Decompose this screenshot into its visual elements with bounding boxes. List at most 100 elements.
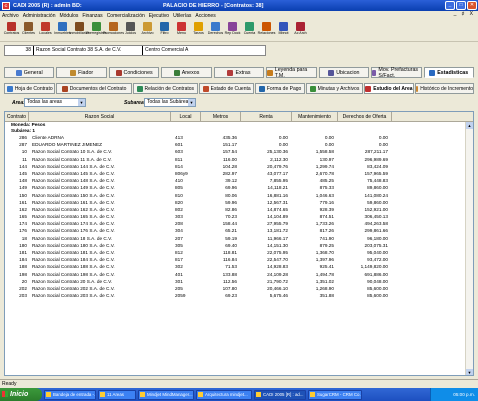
subtab-estudio-del-area[interactable]: Estudio del Area [364,83,414,94]
taskbar-item[interactable]: 11 Areas [98,389,136,400]
table-row[interactable]: 181 Razon Social Contrato 181 S.A. de C.V… [5,249,467,256]
menu-item-utilerias[interactable]: Utilerías [173,13,191,19]
area-select[interactable]: Todas las areas ▼ [24,98,86,107]
subtab-estado-de-cuenta[interactable]: Estado de Cuenta [198,83,255,94]
tab-leyenda-para-t-m-[interactable]: Leyenda para T.M. [266,67,317,79]
contract-number-field[interactable]: 38 [5,46,33,55]
tab-estadisticas[interactable]: Estadisticas [423,67,474,78]
taskbar-item[interactable]: CADI 2005 [R] : ad... [254,389,306,400]
start-button[interactable]: Inicio [0,388,42,401]
tab-mov-prefacturas-s-fact-[interactable]: Mov. Prefacturas S/Fact. [371,67,422,79]
table-row[interactable]: 165 Razon Social Contrato 165 S.A. de C.V… [5,213,467,220]
company-name-field[interactable]: Razon Social Contrato 38 S.A. de C.V. [34,46,142,55]
subtab-relaci-n-de-contratos[interactable]: Relación de Contratos [132,83,198,94]
subtab-hoja-de-contrato[interactable]: Hoja de Contrato [4,83,56,94]
toolbar-button-inmobiliarias[interactable]: Inmobiliarias [69,20,90,40]
menu-item-archivo[interactable]: Archivo [2,13,19,19]
column-header-mantenimiento[interactable]: Mantenimiento [292,112,338,122]
taskbar-item[interactable]: SugarCRM - CRM Co... [308,389,362,400]
column-header-razon-social[interactable]: Razon Social [29,112,171,122]
table-row[interactable]: 150 Razon Social Contrato 150 S.A. de C.V… [5,192,467,199]
center-name-field[interactable]: Centro Comercial A [143,46,265,55]
menu-item-administracion[interactable]: Administración [23,13,56,19]
toolbar-button-juicios[interactable]: Juicios [122,20,139,40]
column-header-contrato[interactable]: Contrato [5,112,29,122]
toolbar-button-rep-dock[interactable]: Rep Dock [224,20,241,40]
tab-fiador[interactable]: Fiador [56,67,107,78]
table-row[interactable]: 184 Razon Social Contrato 184 S.A. de C.V… [5,256,467,263]
table-row[interactable]: 149 Razon Social Contrato 149 S.A. de C.V… [5,184,467,191]
table-row[interactable]: 162 Razon Social Contrato 162 S.A. de C.V… [5,206,467,213]
toolbar-button-tarzos[interactable]: Tarzos [190,20,207,40]
table-row[interactable]: 18 Razon Social Contrato 18 S.A. de C.V. 2… [5,235,467,242]
table-row[interactable]: 286 Cliente ADRNA 413 435.36 0.00 0.00 0.00 [5,134,467,141]
toolbar-button-filtro[interactable]: Filtro [156,20,173,40]
table-row[interactable]: 144 Razon Social Contrato 144 S.A. de C.V… [5,163,467,170]
tab-condiciones[interactable]: Condiciones [108,67,160,78]
taskbar-item[interactable]: Arquitectura mindjet... [196,389,252,400]
scroll-down-icon[interactable]: ▼ [466,369,473,375]
maximize-icon[interactable]: □ [456,1,466,10]
tab-general[interactable]: General [4,67,55,78]
toolbar-button-prerregistros[interactable]: Prerregistros [86,20,107,40]
scroll-up-icon[interactable]: ▲ [466,122,473,129]
table-row[interactable]: 145 Razon Social Contrato 145 S.A. de C.V… [5,170,467,177]
toolbar-button-inmuebles[interactable]: Inmuebles [54,20,71,40]
toolbar-button-menu[interactable]: Menu [173,20,190,40]
toolbar-button-cuenta[interactable]: Cuenta [241,20,258,40]
toolbar-button-clientes[interactable]: Clientes [20,20,37,40]
menu-item-acciones[interactable]: Acciones [195,13,215,19]
subtab-hist-rico-de-incremento[interactable]: Histórico de Incremento [414,83,475,94]
toolbar-button-derechos[interactable]: Derechos [207,20,224,40]
table-row[interactable]: 202 Razon Social Contrato 202 S.A. de C.V… [5,285,467,292]
subtab-documentos-del-contrato[interactable]: Documentos del Contrato [56,83,132,94]
table-row[interactable]: 174 Razon Social Contrato 174 S.A. de C.V… [5,220,467,227]
subtab-forma-de-pago[interactable]: Forma de Pago [255,83,305,94]
toolbar-button-promociones[interactable]: Promociones [103,20,124,40]
menu-item-modulos[interactable]: Módulos [59,13,78,19]
taskbar-item[interactable]: Bandeja de entrada -... [44,389,96,400]
subtab-minutas-y-archivos[interactable]: Minutas y Archivos [305,83,364,94]
toolbar-button-ac-arch[interactable]: Ac Arch [292,20,309,40]
toolbar-button-label: Archivo [141,31,154,35]
minimize-icon[interactable]: _ [445,1,455,10]
table-row[interactable]: 287 EDUARDO MARTINEZ JIMENEZ 601 151.17 0.00… [5,141,467,148]
table-row[interactable]: 161 Razon Social Contrato 161 S.A. de C.V… [5,199,467,206]
toolbar-button-archivo[interactable]: Archivo [139,20,156,40]
chevron-down-icon[interactable]: ▼ [188,99,195,106]
table-row[interactable]: 198 Razon Social Contrato 198 S.A. de C.V… [5,271,467,278]
table-row[interactable]: 10 Razon Social Contrato 10 S.A. de C.V. 6… [5,148,467,155]
tab-extras[interactable]: Extras [213,67,265,78]
vertical-scrollbar[interactable]: ▲ ▼ [465,122,473,375]
table-row[interactable]: 188 Razon Social Contrato 188 S.A. de C.V… [5,263,467,270]
column-header-local[interactable]: Local [171,112,201,122]
tab-ubicacion[interactable]: Ubicacion [318,67,370,78]
cell-raz: Razon Social Contrato 162 S.A. de C.V. [32,206,115,212]
table-row[interactable]: 176 Razon Social Contrato 176 S.A. de C.V… [5,227,467,234]
menu-item-finanzas[interactable]: Finanzas [82,13,102,19]
toolbar-button-locales[interactable]: Locales [37,20,54,40]
table-row[interactable]: 203 Razon Social Contrato 203 S.A. de C.V… [5,292,467,299]
title-bar[interactable]: C CADI 2005 (R) : admin BD: PALACIO DE H… [0,0,478,11]
taskbar-item[interactable]: Mindjet MindManager... [138,389,194,400]
table-row[interactable]: 148 Razon Social Contrato 148 S.A. de C.V… [5,177,467,184]
toolbar-button-relaciones[interactable]: Relaciones [258,20,275,40]
column-header-renta[interactable]: Renta [241,112,292,122]
mdi-controls[interactable]: _ ♯ X [454,11,475,17]
toolbar-button-label: Rep Dock [224,31,241,35]
close-icon[interactable]: ✕ [467,1,477,10]
table-row[interactable]: 11 Razon Social Contrato 11 S.A. de C.V. 8… [5,156,467,163]
menu-item-ejecutivo[interactable]: Ejecutivo [149,13,169,19]
tab-anexos[interactable]: Anexos [161,67,212,78]
taskbar-item-label: CADI 2005 [R] : ad... [263,391,304,397]
table-row[interactable]: 20 Razon Social Contrato 20 S.A. de C.V. 3… [5,278,467,285]
subarea-select[interactable]: Todas las Subáreas ▼ [144,98,196,107]
chevron-down-icon[interactable]: ▼ [78,99,85,106]
menu-item-comercializacion[interactable]: Comercialización [107,13,145,19]
table-row[interactable]: 180 Razon Social Contrato 180 S.A. de C.V… [5,242,467,249]
toolbar-button-mbnot[interactable]: Mbnot [275,20,292,40]
clock[interactable]: 05:00 p.m. [453,392,475,397]
column-header-derechos-de-oferta[interactable]: Derechos de Oferta [338,112,392,122]
toolbar-button-contratos[interactable]: Contratos [3,20,20,40]
column-header-metros[interactable]: Metros [201,112,241,122]
